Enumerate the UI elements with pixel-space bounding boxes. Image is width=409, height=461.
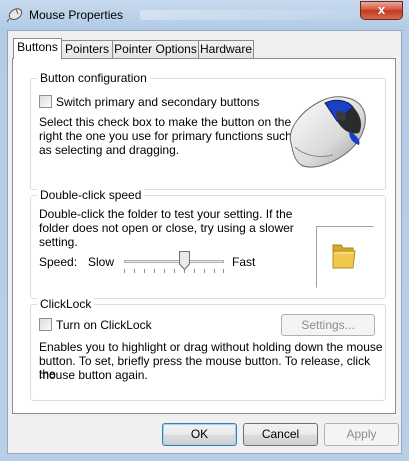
clicklock-desc-line-3: mouse button again.	[39, 368, 148, 382]
slider-tick	[164, 269, 165, 273]
button-config-desc-line-3: as selecting and dragging.	[39, 143, 180, 157]
tab-hardware[interactable]: Hardware	[198, 40, 254, 58]
slider-tick	[214, 269, 215, 273]
speed-slider-track	[124, 260, 224, 263]
slider-tick	[124, 269, 125, 273]
clicklock-settings-button[interactable]: Settings...	[281, 314, 375, 336]
button-configuration-group: Button configuration Switch primary and …	[30, 71, 386, 190]
cancel-button[interactable]: Cancel	[243, 423, 318, 446]
switch-buttons-label[interactable]: Switch primary and secondary buttons	[56, 96, 259, 109]
clicklock-label: ClickLock	[37, 297, 95, 311]
speed-slider[interactable]	[124, 251, 224, 277]
slider-tick	[154, 269, 155, 273]
apply-button[interactable]: Apply	[324, 423, 399, 446]
window-title: Mouse Properties	[29, 8, 124, 22]
switch-buttons-checkbox[interactable]	[39, 95, 52, 108]
title-bar-reflection	[140, 10, 360, 20]
slider-tick	[144, 269, 145, 273]
slider-tick	[174, 269, 175, 273]
clicklock-group: ClickLock Turn on ClickLock Settings... …	[30, 297, 386, 401]
double-click-desc-line-3: setting.	[39, 235, 78, 249]
button-configuration-label: Button configuration	[37, 71, 150, 85]
double-click-speed-label: Double-click speed	[37, 188, 145, 202]
slider-tick	[204, 269, 205, 273]
buttons-tab-panel: Button configuration Switch primary and …	[12, 58, 396, 414]
double-click-test-area[interactable]	[316, 226, 374, 288]
double-click-desc-line-2: folder does not open or close, try using…	[39, 221, 294, 235]
clicklock-checkbox-label[interactable]: Turn on ClickLock	[56, 319, 152, 332]
folder-icon[interactable]	[331, 241, 357, 271]
speed-label: Speed:	[39, 255, 78, 269]
button-config-desc-line-1: Select this check box to make the button…	[39, 115, 292, 129]
mouse-illustration	[289, 96, 366, 168]
slider-tick	[223, 269, 224, 273]
tab-buttons[interactable]: Buttons	[13, 38, 62, 59]
close-button[interactable]: x	[360, 1, 403, 20]
speed-slow-label: Slow	[88, 255, 115, 269]
ok-button[interactable]: OK	[162, 423, 237, 446]
mouse-properties-window: Mouse Properties x Buttons Pointers Poin…	[0, 0, 409, 461]
double-click-desc-line-1: Double-click the folder to test your set…	[39, 207, 293, 221]
slider-tick	[194, 269, 195, 273]
speed-slider-thumb[interactable]	[179, 251, 190, 270]
tab-pointer-options[interactable]: Pointer Options	[112, 40, 199, 58]
tab-pointers[interactable]: Pointers	[61, 40, 113, 58]
mouse-app-icon	[7, 8, 23, 22]
slider-tick	[134, 269, 135, 273]
title-bar[interactable]: Mouse Properties x	[0, 0, 409, 30]
clicklock-checkbox[interactable]	[39, 318, 52, 331]
button-config-desc-line-2: right the one you use for primary functi…	[39, 129, 292, 143]
speed-fast-label: Fast	[232, 255, 256, 269]
clicklock-desc-line-1: Enables you to highlight or drag without…	[39, 340, 383, 354]
double-click-speed-group: Double-click speed Double-click the fold…	[30, 188, 386, 299]
